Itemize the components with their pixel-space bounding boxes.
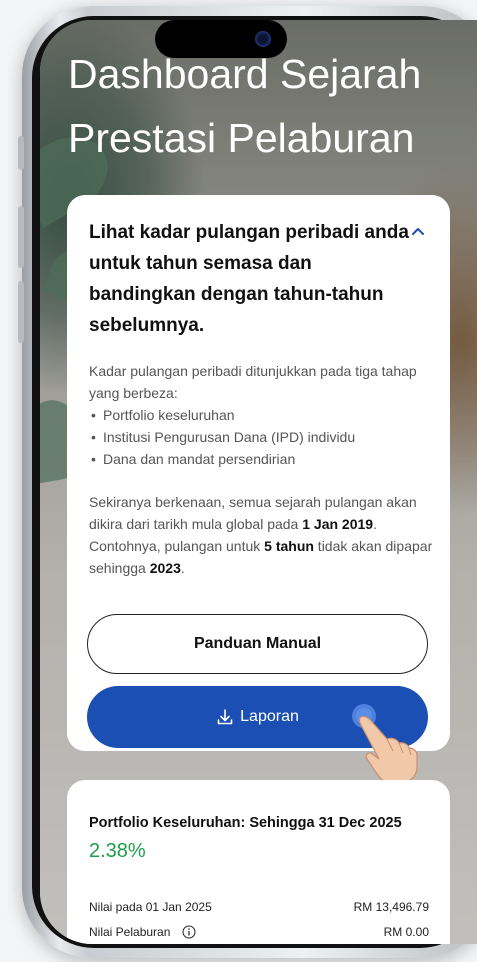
download-icon — [217, 709, 233, 725]
phone-screen: Dashboard Sejarah Prestasi Pelaburan Lih… — [40, 20, 477, 944]
levels-list: Portfolio keseluruhan Institusi Pengurus… — [89, 404, 434, 470]
list-item: Portfolio keseluruhan — [89, 404, 434, 426]
chevron-up-icon[interactable] — [410, 223, 426, 239]
page-title-line2: Prestasi Pelaburan — [68, 115, 415, 161]
volume-down-button — [18, 281, 24, 343]
manual-guide-button[interactable]: Panduan Manual — [87, 614, 428, 674]
row-label: Nilai pada 01 Jan 2025 — [89, 900, 212, 914]
camera-icon — [255, 31, 271, 47]
portfolio-return: 2.38% — [89, 840, 146, 862]
info-icon[interactable] — [182, 925, 196, 939]
table-row: Nilai pada 01 Jan 2025 RM 13,496.79 — [89, 900, 429, 914]
pointing-hand-icon — [358, 715, 418, 784]
row-value: RM 13,496.79 — [353, 900, 429, 914]
row-value: RM 0.00 — [383, 925, 429, 939]
start-date-note: Sekiranya berkenaan, semua sejarah pulan… — [89, 494, 433, 576]
info-card-body: Kadar pulangan peribadi ditunjukkan pada… — [89, 360, 434, 579]
list-item: Institusi Pengurusan Dana (IPD) individu — [89, 426, 434, 448]
info-card: Lihat kadar pulangan peribadi anda untuk… — [67, 195, 450, 784]
table-row: Nilai Pelaburan RM 0.00 — [89, 925, 429, 939]
portfolio-card: Portfolio Keseluruhan: Sehingga 31 Dec 2… — [67, 780, 450, 944]
note-date: 1 Jan 2019 — [302, 516, 374, 532]
info-card-heading: Lihat kadar pulangan peribadi anda untuk… — [89, 222, 409, 336]
mute-switch — [18, 136, 24, 170]
list-item: Dana dan mandat persendirian — [89, 448, 434, 470]
portfolio-title: Portfolio Keseluruhan: Sehingga 31 Dec 2… — [89, 815, 402, 831]
page-title: Dashboard Sejarah Prestasi Pelaburan — [68, 42, 468, 170]
report-button-label: Laporan — [240, 708, 299, 725]
levels-intro: Kadar pulangan peribadi ditunjukkan pada… — [89, 363, 417, 401]
row-label-with-info: Nilai Pelaburan — [89, 925, 196, 939]
row-label: Nilai Pelaburan — [89, 925, 171, 939]
manual-guide-label: Panduan Manual — [193, 635, 322, 652]
note-year: 2023 — [149, 560, 181, 576]
note-period: 5 tahun — [264, 538, 314, 554]
volume-up-button — [18, 206, 24, 268]
